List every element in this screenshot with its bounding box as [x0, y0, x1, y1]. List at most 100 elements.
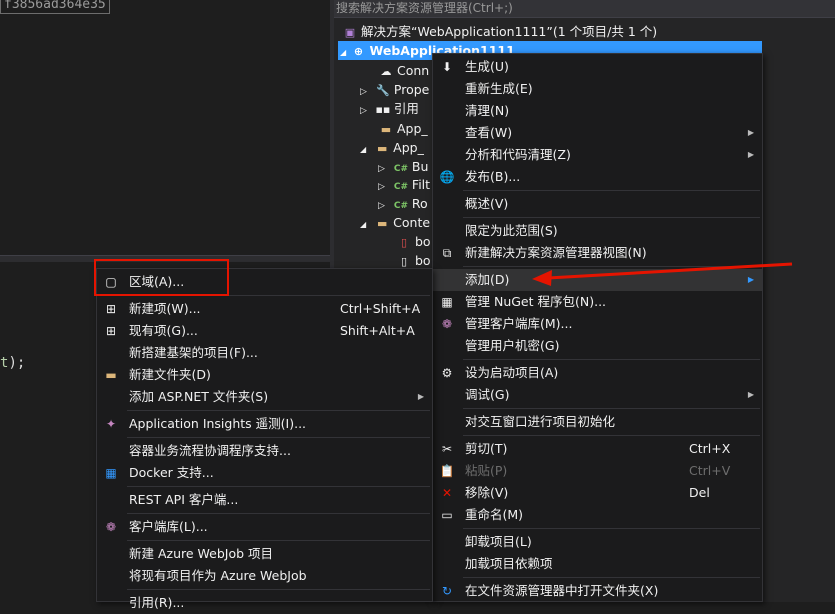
menu-item-rename[interactable]: ▭ 重命名(M): [433, 504, 762, 526]
new-view-icon: ⧉: [442, 246, 452, 260]
annotation-highlight-box: [94, 259, 229, 296]
solution-node[interactable]: ▣ 解决方案“WebApplication1111”(1 个项目/共 1 个): [342, 22, 657, 41]
web-project-icon: ⊕: [353, 45, 364, 58]
add-submenu: ▢ 区域(A)... ⊞ 新建项(W)... Ctrl+Shift+A ⊞ 现有项(G)…: [96, 268, 433, 610]
folder-icon: ▬: [376, 142, 388, 155]
new-folder-icon: ▬: [105, 368, 117, 382]
tree-item-filter[interactable]: ▷ C# Filt: [378, 175, 430, 194]
docker-icon: ▦: [105, 466, 117, 480]
menu-item-build[interactable]: ⬇ 生成(U): [433, 56, 762, 78]
expand-icon[interactable]: ▷: [378, 164, 385, 174]
menu-item-rebuild[interactable]: 重新生成(E): [433, 78, 762, 100]
scissors-icon: ✂: [441, 442, 453, 456]
submenu-arrow-icon: ▶: [747, 150, 754, 159]
globe-icon: 🌐: [439, 170, 455, 184]
menu-separator: [463, 577, 760, 578]
submenu-item-client-lib[interactable]: ❁ 客户端库(L)...: [97, 516, 432, 538]
file-icon: ▯: [400, 236, 408, 249]
folder-icon: ▬: [380, 123, 392, 136]
submenu-arrow-icon: ▶: [747, 390, 754, 399]
menu-separator: [127, 589, 430, 590]
tree-item-content[interactable]: ◢ ▬ Conte: [360, 213, 430, 232]
submenu-item-existing-webjob[interactable]: 将现有项目作为 Azure WebJob: [97, 565, 432, 587]
close-icon: ✕: [441, 486, 453, 500]
submenu-item-orchestrator[interactable]: 容器业务流程协调程序支持...: [97, 440, 432, 462]
menu-separator: [127, 437, 430, 438]
new-item-icon: ⊞: [105, 302, 117, 316]
cloud-icon: ☁: [380, 65, 392, 78]
menu-item-unload[interactable]: 卸载项目(L): [433, 531, 762, 553]
gear-icon: ⚙: [441, 366, 453, 380]
menu-item-cut[interactable]: ✂ 剪切(T) Ctrl+X: [433, 438, 762, 460]
submenu-item-aspnet-folder[interactable]: 添加 ASP.NET 文件夹(S) ▶: [97, 386, 432, 408]
expand-icon[interactable]: ◢: [340, 48, 346, 57]
submenu-arrow-icon: ▶: [747, 275, 754, 284]
nuget-icon: ▦: [441, 295, 453, 309]
rename-icon: ▭: [441, 508, 453, 522]
paste-icon: 📋: [439, 464, 455, 478]
menu-item-interactive-init[interactable]: 对交互窗口进行项目初始化: [433, 411, 762, 433]
menu-separator: [463, 190, 760, 191]
menu-separator: [463, 266, 760, 267]
submenu-item-new-folder[interactable]: ▬ 新建文件夹(D): [97, 364, 432, 386]
menu-item-analyze[interactable]: 分析和代码清理(Z) ▶: [433, 144, 762, 166]
project-context-menu: ⬇ 生成(U) 重新生成(E) 清理(N) 查看(W) ▶ 分析和代码清理(Z) ▶ …: [432, 53, 763, 602]
tree-item-file[interactable]: ▯ bo: [396, 232, 431, 251]
submenu-item-docker[interactable]: ▦ Docker 支持...: [97, 462, 432, 484]
expand-icon[interactable]: ▷: [378, 182, 385, 192]
tree-item-connected[interactable]: ☁ Conn: [378, 61, 430, 80]
code-line: t);: [0, 355, 26, 371]
wrench-icon: 🔧: [376, 84, 390, 97]
tree-item-references[interactable]: ▷ ▪▪ 引用: [360, 99, 419, 118]
submenu-item-scaffold[interactable]: 新搭建基架的项目(F)...: [97, 342, 432, 364]
references-icon: ▪▪: [375, 103, 391, 116]
menu-item-add[interactable]: 添加(D) ▶: [433, 269, 762, 291]
menu-item-new-view[interactable]: ⧉ 新建解决方案资源管理器视图(N): [433, 242, 762, 264]
tree-item-properties[interactable]: ▷ 🔧 Prope: [360, 80, 429, 99]
tree-item-route[interactable]: ▷ C# Ro: [378, 194, 428, 213]
submenu-item-reference[interactable]: 引用(R)...: [97, 592, 432, 614]
submenu-arrow-icon: ▶: [417, 392, 424, 401]
menu-item-nuget[interactable]: ▦ 管理 NuGet 程序包(N)...: [433, 291, 762, 313]
menu-separator: [463, 359, 760, 360]
submenu-arrow-icon: ▶: [747, 128, 754, 137]
menu-separator: [463, 435, 760, 436]
collapse-icon[interactable]: ◢: [360, 220, 366, 229]
tree-item-app-start[interactable]: ◢ ▬ App_: [360, 138, 424, 157]
menu-item-remove[interactable]: ✕ 移除(V) Del: [433, 482, 762, 504]
library-icon: ❁: [441, 317, 453, 331]
expand-icon[interactable]: ▷: [378, 201, 385, 211]
folder-icon: ▬: [376, 217, 388, 230]
expand-icon[interactable]: ▷: [360, 106, 367, 116]
library-icon: ❁: [105, 520, 117, 534]
menu-item-scope[interactable]: 限定为此范围(S): [433, 220, 762, 242]
menu-item-open-folder[interactable]: ↻ 在文件资源管理器中打开文件夹(X): [433, 580, 762, 602]
menu-item-clean[interactable]: 清理(N): [433, 100, 762, 122]
menu-item-load-deps[interactable]: 加载项目依赖项: [433, 553, 762, 575]
build-icon: ⬇: [441, 60, 453, 74]
menu-item-set-startup[interactable]: ⚙ 设为启动项目(A): [433, 362, 762, 384]
solution-icon: ▣: [344, 26, 356, 39]
tree-item-app-data[interactable]: ▬ App_: [378, 119, 428, 138]
expand-icon[interactable]: ▷: [360, 87, 367, 97]
menu-separator: [127, 410, 430, 411]
menu-item-paste[interactable]: 📋 粘贴(P) Ctrl+V: [433, 460, 762, 482]
menu-item-publish[interactable]: 🌐 发布(B)...: [433, 166, 762, 188]
menu-item-view[interactable]: 查看(W) ▶: [433, 122, 762, 144]
submenu-item-new-webjob[interactable]: 新建 Azure WebJob 项目: [97, 543, 432, 565]
tree-item-bundle[interactable]: ▷ C# Bu: [378, 157, 428, 176]
menu-item-overview[interactable]: 概述(V): [433, 193, 762, 215]
submenu-item-new-item[interactable]: ⊞ 新建项(W)... Ctrl+Shift+A: [97, 298, 432, 320]
menu-item-user-secrets[interactable]: 管理用户机密(G): [433, 335, 762, 357]
menu-item-client-libs[interactable]: ❁ 管理客户端库(M)...: [433, 313, 762, 335]
submenu-item-existing-item[interactable]: ⊞ 现有项(G)... Shift+Alt+A: [97, 320, 432, 342]
hash-text: f3856ad364e35: [0, 0, 110, 14]
menu-item-debug[interactable]: 调试(G) ▶: [433, 384, 762, 406]
submenu-item-app-insights[interactable]: ✦ Application Insights 遥测(I)...: [97, 413, 432, 435]
collapse-icon[interactable]: ◢: [360, 145, 366, 154]
menu-separator: [463, 217, 760, 218]
solution-search-input[interactable]: 搜索解决方案资源管理器(Ctrl+;): [334, 0, 835, 18]
submenu-item-rest-api[interactable]: REST API 客户端...: [97, 489, 432, 511]
menu-separator: [463, 408, 760, 409]
existing-item-icon: ⊞: [105, 324, 117, 338]
